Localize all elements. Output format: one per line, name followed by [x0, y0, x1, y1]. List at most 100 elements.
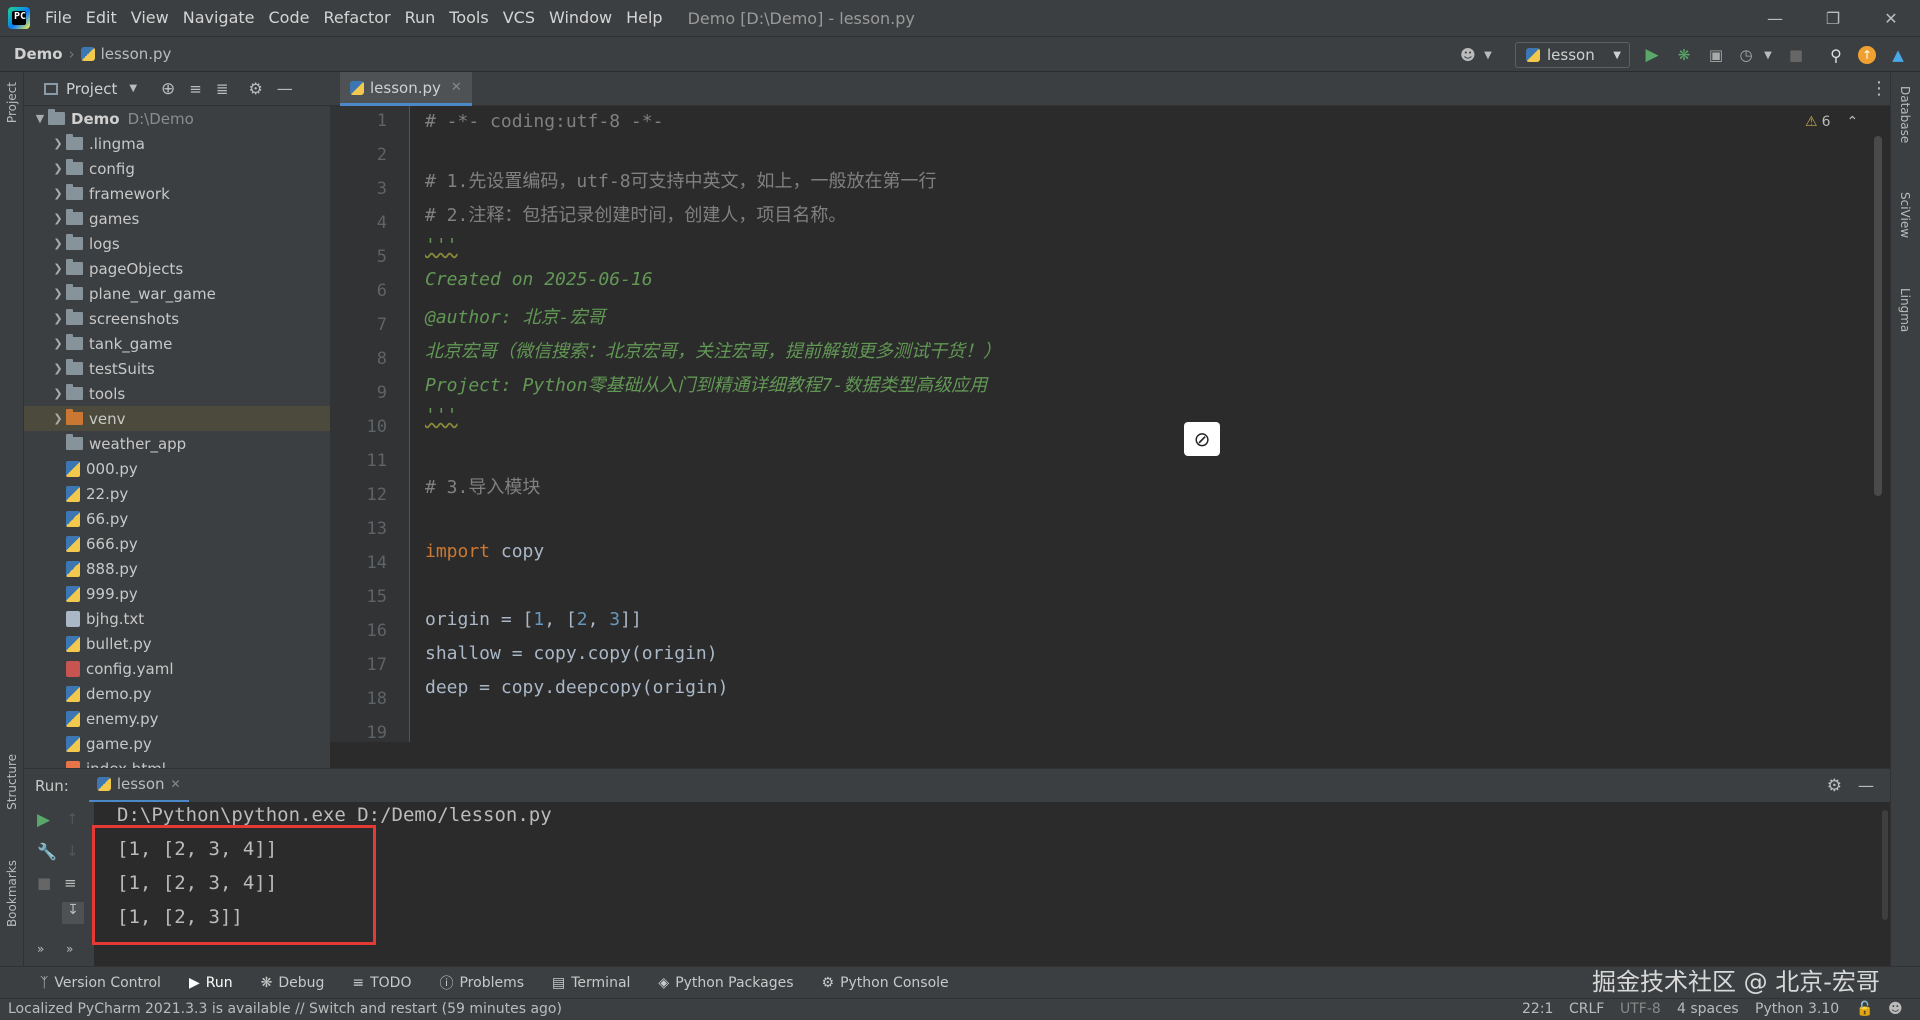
caret-position[interactable]: 22:1	[1522, 1001, 1553, 1017]
indent-setting[interactable]: 4 spaces	[1677, 1001, 1739, 1017]
restore-button[interactable]: ❐	[1804, 0, 1862, 36]
stop-icon[interactable]: ■	[37, 874, 51, 892]
scroll-down-icon[interactable]: ↓	[66, 842, 79, 860]
chevron-up-icon[interactable]: ⌃	[1846, 114, 1858, 130]
breadcrumb-project[interactable]: Demo	[14, 45, 63, 63]
tree-item[interactable]: 66.py	[24, 506, 330, 531]
expand-toolbar-icon[interactable]: »	[66, 942, 73, 956]
tree-item[interactable]: 666.py	[24, 531, 330, 556]
tree-item[interactable]: ❯ tank_game	[24, 331, 330, 356]
menu-code[interactable]: Code	[262, 0, 317, 36]
tree-item[interactable]: 000.py	[24, 456, 330, 481]
tree-root[interactable]: ▼ Demo D:\Demo	[24, 106, 330, 131]
tree-item[interactable]: config.yaml	[24, 656, 330, 681]
hide-panel-icon[interactable]: —	[1858, 776, 1874, 795]
inspection-widget[interactable]: ⚠ 6 ⌃ ⌄	[1805, 114, 1870, 130]
line-separator[interactable]: CRLF	[1569, 1001, 1604, 1017]
gear-icon[interactable]: ⚙	[248, 79, 262, 98]
update-icon[interactable]: ↑	[1858, 46, 1876, 64]
more-tabs-icon[interactable]: ⋮	[1870, 78, 1888, 99]
expand-all-icon[interactable]: ≡	[189, 80, 202, 98]
menu-vcs[interactable]: VCS	[496, 0, 542, 36]
breadcrumb-file[interactable]: lesson.py	[101, 45, 172, 63]
collapse-all-icon[interactable]: ≣	[216, 80, 229, 98]
project-tool-tab[interactable]: Project	[5, 82, 19, 123]
user-icon[interactable]: ☻	[1458, 45, 1478, 65]
lingma-tool-tab[interactable]: Lingma	[1898, 288, 1912, 332]
locate-icon[interactable]: ⊕	[161, 79, 175, 99]
more-run-dropdown-icon[interactable]: ▼	[1758, 45, 1778, 65]
tool-tab-debug[interactable]: ❋ Debug	[261, 975, 325, 991]
menu-navigate[interactable]: Navigate	[176, 0, 262, 36]
project-panel-title[interactable]: Project	[66, 80, 117, 98]
expand-toolbar-icon[interactable]: »	[37, 942, 44, 956]
tree-item[interactable]: ❯ plane_war_game	[24, 281, 330, 306]
tree-item[interactable]: 999.py	[24, 581, 330, 606]
tree-item[interactable]: ❯ framework	[24, 181, 330, 206]
tree-item[interactable]: ❯ logs	[24, 231, 330, 256]
menu-help[interactable]: Help	[619, 0, 669, 36]
tree-item[interactable]: bjhg.txt	[24, 606, 330, 631]
tree-item[interactable]: 888.py	[24, 556, 330, 581]
menu-tools[interactable]: Tools	[442, 0, 495, 36]
editor-scrollbar[interactable]	[1866, 106, 1890, 742]
tab-lesson-py[interactable]: lesson.py ✕	[340, 72, 472, 106]
menu-refactor[interactable]: Refactor	[316, 0, 397, 36]
gear-icon[interactable]: ⚙	[1827, 776, 1842, 796]
tree-item[interactable]: 22.py	[24, 481, 330, 506]
bookmarks-tool-tab[interactable]: Bookmarks	[5, 860, 19, 927]
profile-icon[interactable]: ◷	[1736, 45, 1756, 65]
menu-run[interactable]: Run	[398, 0, 443, 36]
rerun-icon[interactable]: ▶	[37, 810, 50, 830]
tree-item[interactable]: ❯ testSuits	[24, 356, 330, 381]
tree-item[interactable]: ❯ screenshots	[24, 306, 330, 331]
scrollbar-thumb[interactable]	[1874, 136, 1882, 496]
tree-item[interactable]: ❯ pageObjects	[24, 256, 330, 281]
no-entry-icon[interactable]: ⊘	[1184, 422, 1220, 456]
soft-wrap-icon[interactable]: ≡	[64, 874, 77, 892]
run-config-select[interactable]: lesson ▼	[1515, 42, 1630, 68]
tree-item[interactable]: bullet.py	[24, 631, 330, 656]
run-icon[interactable]: ▶	[1642, 45, 1662, 65]
structure-tool-tab[interactable]: Structure	[5, 754, 19, 810]
scroll-to-end-icon[interactable]: ↧	[62, 902, 84, 924]
plugin-icon[interactable]: ▲	[1888, 45, 1908, 65]
tool-tab-python-packages[interactable]: ◈ Python Packages	[658, 975, 793, 991]
tool-tab-terminal[interactable]: ▤ Terminal	[552, 975, 630, 991]
tree-item[interactable]: ❯ .lingma	[24, 131, 330, 156]
tool-tab-todo[interactable]: ≡ TODO	[352, 975, 411, 991]
wrench-icon[interactable]: 🔧	[37, 842, 57, 861]
stop-icon[interactable]: ■	[1786, 45, 1806, 65]
tree-item[interactable]: enemy.py	[24, 706, 330, 731]
tree-item[interactable]: ❯ games	[24, 206, 330, 231]
menu-edit[interactable]: Edit	[79, 0, 124, 36]
tree-item[interactable]: index.html	[24, 756, 330, 768]
console-scrollbar[interactable]	[1882, 810, 1888, 920]
search-icon[interactable]: ⚲	[1826, 45, 1846, 65]
tool-tab-problems[interactable]: ⓘ Problems	[439, 973, 524, 993]
menu-view[interactable]: View	[124, 0, 176, 36]
run-tab-lesson[interactable]: lesson ✕	[88, 769, 189, 803]
inspector-icon[interactable]: ☻	[1888, 1001, 1903, 1017]
menu-window[interactable]: Window	[542, 0, 619, 36]
tree-item[interactable]: demo.py	[24, 681, 330, 706]
tree-item[interactable]: ❯ venv	[24, 406, 330, 431]
lock-icon[interactable]: 🔓	[1856, 1001, 1873, 1017]
close-tab-icon[interactable]: ✕	[171, 777, 181, 791]
python-interpreter[interactable]: Python 3.10	[1755, 1001, 1839, 1017]
tree-item[interactable]: ❯ config	[24, 156, 330, 181]
debug-icon[interactable]: ❋	[1674, 45, 1694, 65]
close-tab-icon[interactable]: ✕	[451, 80, 462, 95]
user-dropdown-icon[interactable]: ▼	[1478, 45, 1498, 65]
tool-tab-version-control[interactable]: ᛉ Version Control	[40, 975, 161, 991]
menu-file[interactable]: File	[38, 0, 79, 36]
tree-item[interactable]: weather_app	[24, 431, 330, 456]
hide-panel-icon[interactable]: —	[277, 79, 293, 98]
file-encoding[interactable]: UTF-8	[1620, 1001, 1661, 1017]
tree-item[interactable]: ❯ tools	[24, 381, 330, 406]
code-editor[interactable]: # -*- coding:utf-8 -*- # 1.先设置编码，utf-8可支…	[410, 106, 1870, 742]
sciview-tool-tab[interactable]: SciView	[1898, 192, 1912, 238]
status-message[interactable]: Localized PyCharm 2021.3.3 is available …	[8, 1001, 562, 1017]
tool-tab-run[interactable]: ▶ Run	[189, 975, 233, 991]
tool-tab-python-console[interactable]: ⚙ Python Console	[822, 975, 949, 991]
